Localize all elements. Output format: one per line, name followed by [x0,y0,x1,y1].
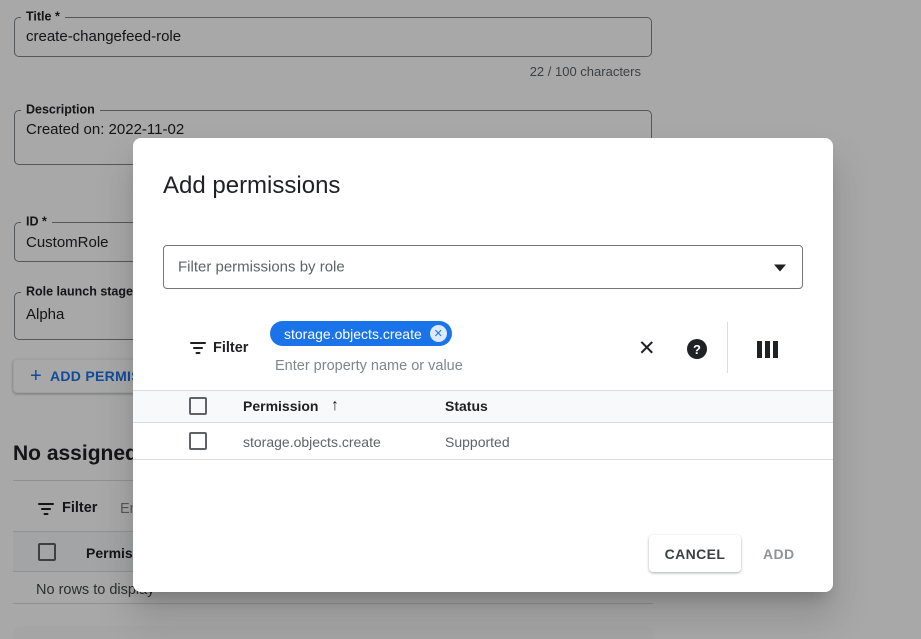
dialog-filter-label[interactable]: Filter [213,340,248,356]
filter-icon [190,342,206,354]
filter-by-role-select[interactable]: Filter permissions by role [163,245,803,289]
filter-chip[interactable]: storage.objects.create ✕ [270,321,452,346]
add-button[interactable]: ADD [763,535,795,572]
dialog-column-permission[interactable]: Permission [243,398,318,414]
row-status-cell: Supported [445,434,510,450]
row-permission-cell: storage.objects.create [243,434,381,450]
filter-by-role-placeholder: Filter permissions by role [178,259,345,276]
filter-chip-label: storage.objects.create [284,326,422,342]
chip-remove-icon[interactable]: ✕ [430,325,447,342]
chevron-down-icon [774,265,786,272]
clear-filters-icon[interactable]: ✕ [638,338,656,359]
dialog-select-all-checkbox[interactable] [189,397,207,415]
dialog-filter-input[interactable]: Enter property name or value [275,358,463,374]
help-icon[interactable]: ? [687,339,707,359]
add-permissions-dialog: Add permissions Filter permissions by ro… [133,138,833,592]
column-display-icon[interactable] [757,341,778,358]
screen: Title * create-changefeed-role 22 / 100 … [0,0,921,639]
toolbar-divider [727,322,728,373]
sort-ascending-icon[interactable]: ↑ [331,397,339,415]
row-checkbox[interactable] [189,432,207,450]
dialog-column-status[interactable]: Status [445,398,488,414]
cancel-button[interactable]: CANCEL [649,535,741,572]
dialog-title: Add permissions [163,172,340,200]
